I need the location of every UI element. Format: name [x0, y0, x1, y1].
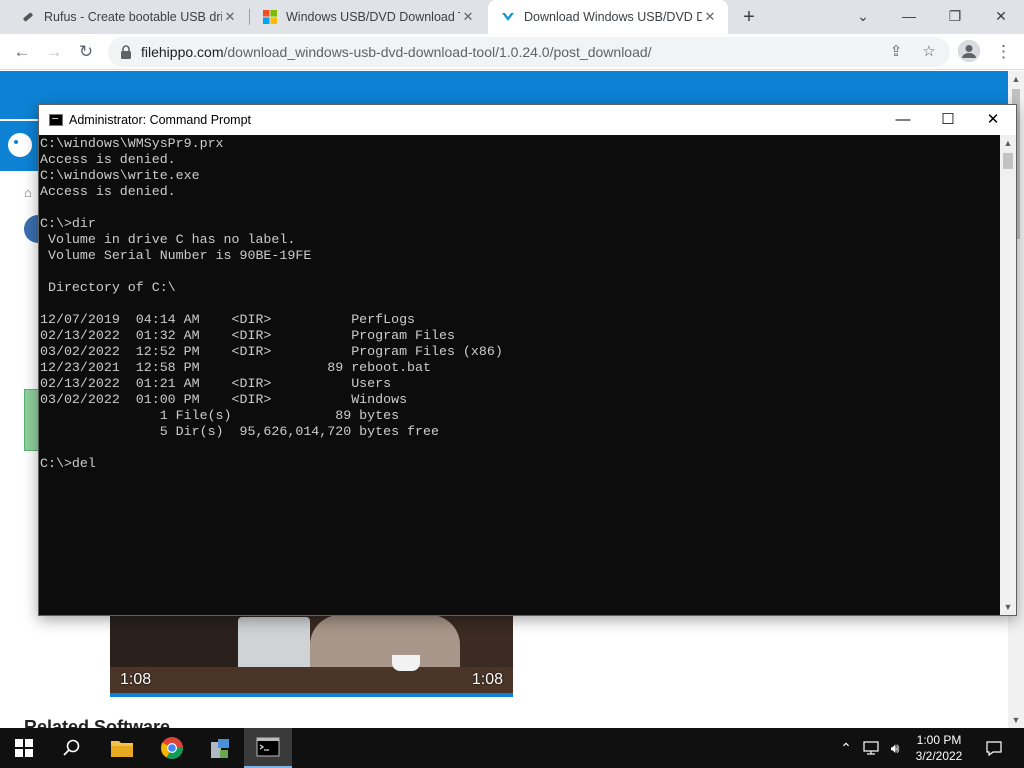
- tab-title: Download Windows USB/DVD Download Tool: [524, 10, 702, 24]
- file-explorer-button[interactable]: [98, 728, 146, 768]
- new-tab-button[interactable]: +: [738, 6, 760, 28]
- console-line: C:\>del: [40, 456, 96, 471]
- chrome-button[interactable]: [148, 728, 196, 768]
- browser-tab-strip: Rufus - Create bootable USB drive ✕ Wind…: [0, 0, 1024, 34]
- filehippo-logo[interactable]: [0, 121, 40, 171]
- chrome-icon: [161, 737, 183, 759]
- scroll-down-icon[interactable]: ▼: [1000, 599, 1016, 615]
- microsoft-logo-icon: [263, 10, 277, 24]
- console-output: C:\windows\WMSysPr9.prx Access is denied.…: [40, 136, 503, 472]
- network-monitor-icon: [863, 741, 879, 755]
- folder-icon: [111, 741, 133, 757]
- clock-time: 1:00 PM: [916, 733, 962, 747]
- console-line: Volume in drive C has no label.: [40, 232, 296, 247]
- tab-rufus[interactable]: Rufus - Create bootable USB drive ✕: [8, 0, 248, 34]
- cmd-window-icon: [49, 114, 63, 126]
- cmd-minimize-button[interactable]: —: [880, 105, 926, 135]
- restore-button[interactable]: ❐: [932, 2, 978, 30]
- cmd-window-title: Administrator: Command Prompt: [69, 113, 252, 127]
- close-icon[interactable]: ✕: [460, 9, 476, 25]
- clock-date: 3/2/2022: [915, 749, 963, 763]
- action-center-button[interactable]: [976, 728, 1012, 768]
- scroll-up-icon[interactable]: ▲: [1000, 135, 1016, 151]
- video-duration-right: 1:08: [471, 671, 503, 688]
- notification-icon: [986, 741, 1002, 756]
- scroll-down-icon[interactable]: ▼: [1008, 712, 1024, 728]
- console-line: 03/02/2022 01:00 PM <DIR> Windows: [40, 392, 408, 407]
- server-manager-button[interactable]: [196, 728, 244, 768]
- console-line: Volume Serial Number is 90BE-19FE: [40, 248, 312, 263]
- related-software-heading: Related Software: [24, 717, 171, 728]
- bookmark-star-icon[interactable]: ☆: [919, 42, 939, 62]
- console-line: 1 File(s) 89 bytes: [40, 408, 400, 423]
- network-icon[interactable]: [860, 728, 882, 768]
- command-prompt-window[interactable]: Administrator: Command Prompt — ☐ ✕ C:\w…: [38, 104, 1017, 616]
- console-line: C:\windows\write.exe: [40, 168, 200, 183]
- share-icon[interactable]: ⇪: [886, 42, 906, 62]
- cmd-close-button[interactable]: ✕: [970, 105, 1016, 135]
- forward-button[interactable]: →: [42, 40, 66, 64]
- tab-title: Windows USB/DVD Download Tool: [286, 10, 460, 24]
- close-window-button[interactable]: ✕: [978, 2, 1024, 30]
- url-host: filehippo.com: [141, 44, 224, 60]
- tab-title: Rufus - Create bootable USB drive: [44, 10, 222, 24]
- video-person: [310, 615, 460, 675]
- windows-start-icon: [15, 739, 33, 757]
- close-icon[interactable]: ✕: [702, 9, 718, 25]
- back-button[interactable]: ←: [10, 40, 34, 64]
- hippo-logo-icon: [8, 133, 32, 157]
- console-line: 02/13/2022 01:21 AM <DIR> Users: [40, 376, 392, 391]
- filehippo-icon: [502, 13, 514, 21]
- console-line: Access is denied.: [40, 152, 176, 167]
- taskbar: ⌃ 🔊︎ 1:00 PM 3/2/2022: [0, 728, 1024, 768]
- start-button[interactable]: [0, 728, 48, 768]
- console-line: 5 Dir(s) 95,626,014,720 bytes free: [40, 424, 439, 439]
- cmd-maximize-button[interactable]: ☐: [925, 105, 971, 135]
- command-prompt-taskbar-button[interactable]: [244, 728, 292, 768]
- tab-windows-tool[interactable]: Windows USB/DVD Download Tool ✕: [250, 0, 486, 34]
- cmd-console-area[interactable]: C:\windows\WMSysPr9.prx Access is denied.…: [39, 135, 1000, 615]
- console-line: 12/23/2021 12:58 PM 89 reboot.bat: [40, 360, 431, 375]
- console-line: Access is denied.: [40, 184, 176, 199]
- volume-icon[interactable]: 🔊︎: [884, 728, 906, 768]
- search-icon: [63, 739, 80, 756]
- console-line: C:\>dir: [40, 216, 96, 231]
- console-line: C:\windows\WMSysPr9.prx: [40, 136, 224, 151]
- close-icon[interactable]: ✕: [222, 9, 238, 25]
- video-cup: [392, 655, 420, 671]
- console-line: Directory of C:\: [40, 280, 176, 295]
- scrollbar-thumb[interactable]: [1003, 153, 1013, 169]
- system-clock[interactable]: 1:00 PM 3/2/2022: [906, 732, 972, 764]
- minimize-button[interactable]: —: [886, 2, 932, 30]
- scroll-up-icon[interactable]: ▲: [1008, 71, 1024, 87]
- home-icon[interactable]: ⌂: [24, 185, 32, 200]
- reload-button[interactable]: ↻: [74, 40, 98, 64]
- console-line: 03/02/2022 12:52 PM <DIR> Program Files …: [40, 344, 503, 359]
- lock-icon[interactable]: [120, 45, 132, 59]
- video-duration: 1:08: [120, 671, 152, 688]
- address-bar[interactable]: filehippo.com/download_windows-usb-dvd-d…: [108, 37, 950, 67]
- url-path: /download_windows-usb-dvd-download-tool/…: [223, 44, 652, 60]
- search-button[interactable]: [48, 728, 96, 768]
- cmd-taskbar-icon: [256, 737, 280, 757]
- profile-avatar-icon[interactable]: [958, 40, 980, 62]
- video-table: [110, 667, 513, 693]
- console-line: 02/13/2022 01:32 AM <DIR> Program Files: [40, 328, 455, 343]
- tab-download-tool[interactable]: Download Windows USB/DVD Download Tool ✕: [488, 0, 728, 34]
- rufus-usb-icon: [23, 12, 33, 22]
- video-thumbnail[interactable]: 1:08 1:08: [110, 615, 513, 697]
- show-hidden-icons-button[interactable]: ⌃: [836, 728, 856, 768]
- server-manager-icon: [211, 739, 229, 758]
- cmd-scrollbar[interactable]: ▲ ▼: [1000, 135, 1016, 615]
- browser-menu-button[interactable]: ⋮: [995, 40, 1012, 64]
- tab-search-chevron-icon[interactable]: ⌄: [840, 2, 886, 30]
- console-line: 12/07/2019 04:14 AM <DIR> PerfLogs: [40, 312, 416, 327]
- url-text[interactable]: filehippo.com/download_windows-usb-dvd-d…: [141, 44, 652, 60]
- cmd-title-bar[interactable]: Administrator: Command Prompt — ☐ ✕: [39, 105, 1016, 135]
- browser-toolbar: ← → ↻ filehippo.com/download_windows-usb…: [0, 34, 1024, 70]
